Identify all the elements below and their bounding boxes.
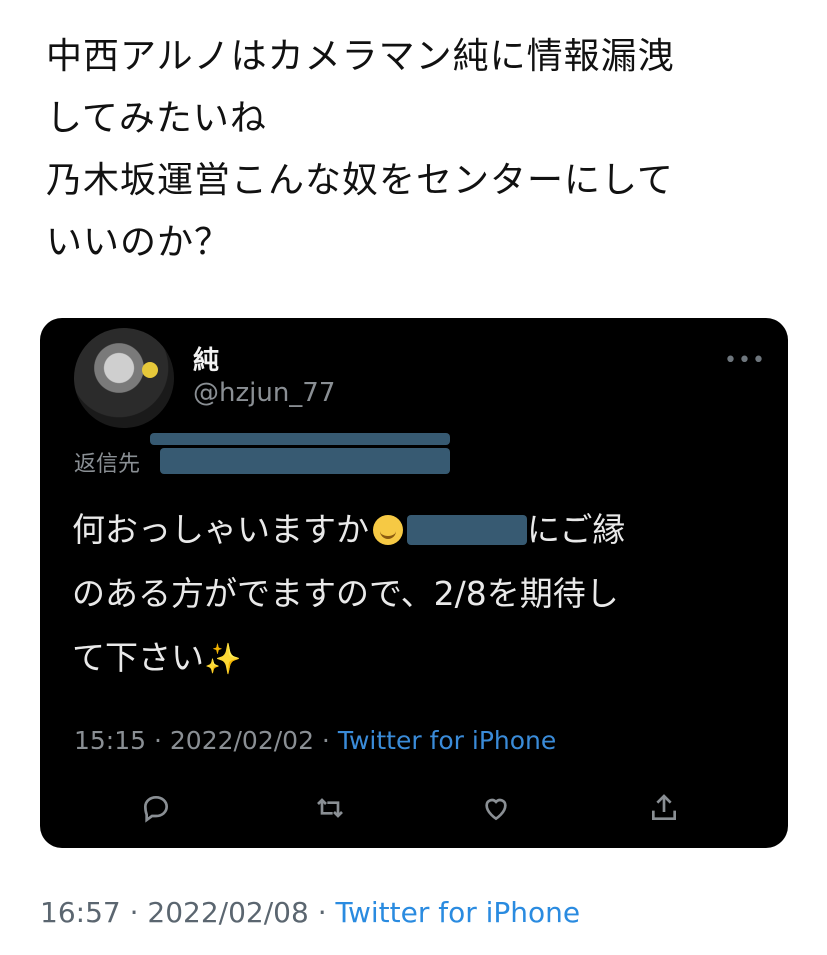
body-line: て下さい✨ — [72, 626, 772, 692]
body-text: て下さい — [72, 638, 204, 677]
tweet-line: 中西アルノはカメラマン純に情報漏洩 — [46, 36, 675, 77]
tweet-line: 乃木坂運営こんな奴をセンターにして — [46, 160, 674, 201]
tweet-line: してみたいね — [46, 98, 267, 139]
share-icon — [644, 788, 684, 828]
tweet-timestamp: 16:57 · 2022/02/08 · Twitter for iPhone — [40, 896, 581, 929]
quoted-time: 15:15 — [74, 726, 147, 755]
quoted-handle: @hzjun_77 — [193, 378, 336, 408]
quoted-body: 何おっしゃいますか にご縁 のある方がでますので、2/8を期待し て下さい✨ — [72, 498, 772, 692]
tweet-date: 2022/02/08 — [147, 896, 309, 929]
like-icon — [476, 788, 516, 828]
tweet-source-link[interactable]: Twitter for iPhone — [336, 896, 581, 929]
tweet-line: いいのか？ — [46, 222, 232, 263]
avatar — [74, 328, 174, 428]
redaction-mark — [407, 515, 527, 545]
quoted-action-bar — [40, 788, 788, 838]
smile-emoji-icon — [373, 515, 403, 545]
tweet-text: 中西アルノはカメラマン純に情報漏洩 してみたいね 乃木坂運営こんな奴をセンターに… — [46, 26, 786, 274]
flower-decoration — [142, 362, 158, 378]
reply-icon — [136, 788, 176, 828]
sparkles-emoji-icon: ✨ — [204, 642, 242, 677]
body-text: 何おっしゃいますか — [72, 510, 369, 549]
more-icon: ••• — [724, 348, 766, 373]
body-text: にご縁 — [527, 510, 626, 549]
quoted-display-name: 純 — [193, 346, 220, 376]
quoted-source: Twitter for iPhone — [337, 726, 557, 755]
redaction-mark — [150, 433, 450, 445]
body-line: のある方がでますので、2/8を期待し — [72, 574, 619, 613]
reply-to-label: 返信先 — [74, 452, 141, 477]
quoted-timestamp: 15:15 · 2022/02/02 · Twitter for iPhone — [74, 726, 557, 755]
body-line: 何おっしゃいますか にご縁 — [72, 498, 772, 562]
redaction-mark — [160, 448, 450, 474]
tweet-time: 16:57 — [40, 896, 121, 929]
retweet-icon — [310, 788, 350, 828]
quoted-date: 2022/02/02 — [169, 726, 314, 755]
quoted-tweet-screenshot: 純 @hzjun_77 ••• 返信先 何おっしゃいますか にご縁 のある方がでま… — [40, 318, 788, 848]
